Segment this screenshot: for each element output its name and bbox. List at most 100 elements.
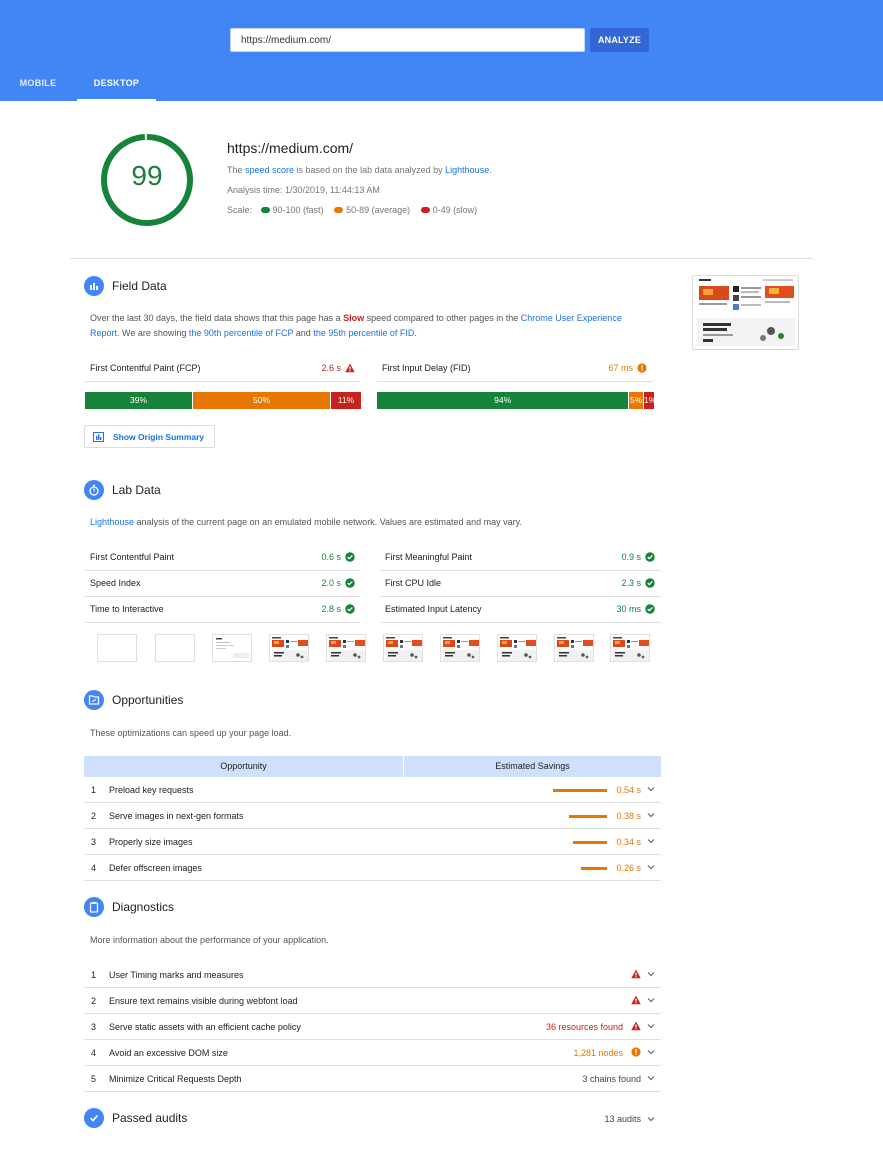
savings-bar	[573, 841, 607, 844]
fcp-row: First Contentful Paint (FCP) 2.6 s	[85, 356, 361, 382]
tab-desktop[interactable]: DESKTOP	[77, 70, 156, 101]
diagnostic-row[interactable]: 2 Ensure text remains visible during webf…	[84, 988, 661, 1014]
check-icon	[645, 552, 655, 562]
opportunities-description: These optimizations can speed up your pa…	[90, 728, 292, 738]
metric-first-contentful-paint: First Contentful Paint 0.6 s	[85, 545, 361, 571]
fast-dot	[260, 207, 270, 213]
clipboard-icon	[84, 897, 104, 917]
warning-icon	[631, 969, 641, 979]
filmstrip-frame	[440, 634, 480, 662]
filmstrip-frame	[497, 634, 537, 662]
opportunity-row[interactable]: 3 Properly size images 0.34 s	[84, 829, 661, 855]
check-icon	[645, 578, 655, 588]
chevron-down-icon[interactable]	[647, 1115, 655, 1123]
divider	[70, 258, 813, 259]
filmstrip-frame	[155, 634, 195, 662]
url-input[interactable]	[230, 28, 585, 52]
diagnostics-title: Diagnostics	[112, 900, 175, 914]
opportunity-row[interactable]: 1 Preload key requests 0.54 s	[84, 777, 661, 803]
metric-estimated-input-latency: Estimated Input Latency 30 ms	[380, 597, 661, 623]
chevron-down-icon[interactable]	[647, 1048, 655, 1056]
filmstrip-frame	[554, 634, 594, 662]
savings-bar	[581, 867, 607, 870]
score-explanation: The speed score is based on the lab data…	[227, 165, 492, 175]
tab-mobile[interactable]: MOBILE	[0, 70, 76, 101]
fid-percentile-link[interactable]: the 95th percentile of FID	[313, 328, 414, 338]
chevron-down-icon[interactable]	[647, 1074, 655, 1082]
filmstrip-frame	[383, 634, 423, 662]
slow-dot	[420, 207, 430, 213]
chevron-down-icon[interactable]	[647, 996, 655, 1004]
stopwatch-icon	[84, 480, 104, 500]
diagnostic-row[interactable]: 1 User Timing marks and measures	[84, 962, 661, 988]
passed-audits-toggle[interactable]: 13 audits	[560, 1114, 661, 1128]
info-average-icon	[631, 1047, 641, 1057]
column-opportunity: Opportunity	[84, 756, 403, 777]
warning-icon	[345, 363, 355, 373]
field-data-title: Field Data	[112, 279, 167, 293]
filmstrip-frame	[97, 634, 137, 662]
lab-data-description: Lighthouse analysis of the current page …	[90, 517, 522, 527]
average-dot	[334, 207, 344, 213]
origin-summary-icon	[93, 432, 104, 442]
analyzed-url: https://medium.com/	[227, 140, 354, 156]
fid-average-segment: 5%	[629, 392, 643, 409]
chevron-down-icon[interactable]	[647, 970, 655, 978]
check-icon	[645, 604, 655, 614]
fcp-percentile-link[interactable]: the 90th percentile of FCP	[189, 328, 293, 338]
metric-first-cpu-idle: First CPU Idle 2.3 s	[380, 571, 661, 597]
metric-time-to-interactive: Time to Interactive 2.8 s	[85, 597, 361, 623]
field-data-description: Over the last 30 days, the field data sh…	[90, 313, 622, 338]
warning-icon	[631, 1021, 641, 1031]
opportunity-row[interactable]: 2 Serve images in next-gen formats 0.38 s	[84, 803, 661, 829]
diagnostic-row[interactable]: 3 Serve static assets with an efficient c…	[84, 1014, 661, 1040]
chevron-down-icon[interactable]	[647, 811, 655, 819]
show-origin-summary-button[interactable]: Show Origin Summary	[84, 425, 215, 448]
fid-distribution-bar: 94% 5% 1%	[377, 392, 656, 409]
bar-chart-icon	[84, 276, 104, 296]
passed-audits-count: 13 audits	[604, 1114, 641, 1124]
info-average-icon	[637, 363, 647, 373]
filmstrip-frame	[326, 634, 366, 662]
metric-speed-index: Speed Index 2.0 s	[85, 571, 361, 597]
crux-link[interactable]: Chrome User Experience	[521, 313, 622, 323]
filmstrip-frame	[212, 634, 252, 662]
metric-first-meaningful-paint: First Meaningful Paint 0.9 s	[380, 545, 661, 571]
savings-bar	[553, 789, 607, 792]
filmstrip-frame	[269, 634, 309, 662]
chevron-down-icon[interactable]	[647, 785, 655, 793]
check-icon	[345, 552, 355, 562]
warning-icon	[631, 995, 641, 1005]
lab-data-title: Lab Data	[112, 483, 161, 497]
diagnostic-row[interactable]: 5 Minimize Critical Requests Depth 3 chai…	[84, 1066, 661, 1092]
page-screenshot	[692, 275, 799, 350]
check-icon	[345, 604, 355, 614]
opportunity-icon	[84, 690, 104, 710]
fid-slow-segment: 1%	[644, 392, 656, 409]
lighthouse-link[interactable]: Lighthouse	[445, 165, 489, 175]
fid-fast-segment: 94%	[377, 392, 629, 409]
filmstrip-frame	[610, 634, 650, 662]
opportunity-row[interactable]: 4 Defer offscreen images 0.26 s	[84, 855, 661, 881]
column-estimated-savings: Estimated Savings	[404, 756, 661, 777]
passed-audits-title[interactable]: Passed audits	[112, 1111, 187, 1125]
speed-score-link[interactable]: speed score	[245, 165, 294, 175]
analysis-time: Analysis time: 1/30/2019, 11:44:13 AM	[227, 185, 380, 195]
chevron-down-icon[interactable]	[647, 1022, 655, 1030]
check-circle-icon	[84, 1108, 104, 1128]
opportunities-table-header: Opportunity Estimated Savings	[84, 756, 661, 777]
diagnostic-row[interactable]: 4 Avoid an excessive DOM size 1,281 nodes	[84, 1040, 661, 1066]
chevron-down-icon[interactable]	[647, 837, 655, 845]
crux-link-2[interactable]: Report	[90, 328, 117, 338]
diagnostics-description: More information about the performance o…	[90, 935, 329, 945]
top-bar: ANALYZE MOBILE DESKTOP	[0, 0, 883, 101]
fcp-fast-segment: 39%	[85, 392, 192, 409]
score-value: 99	[131, 160, 163, 191]
lighthouse-analysis-link[interactable]: Lighthouse	[90, 517, 134, 527]
fcp-average-segment: 50%	[193, 392, 330, 409]
analyze-button[interactable]: ANALYZE	[590, 28, 649, 52]
savings-bar	[569, 815, 607, 818]
chevron-down-icon[interactable]	[647, 863, 655, 871]
check-icon	[345, 578, 355, 588]
fid-row: First Input Delay (FID) 67 ms	[377, 356, 653, 382]
